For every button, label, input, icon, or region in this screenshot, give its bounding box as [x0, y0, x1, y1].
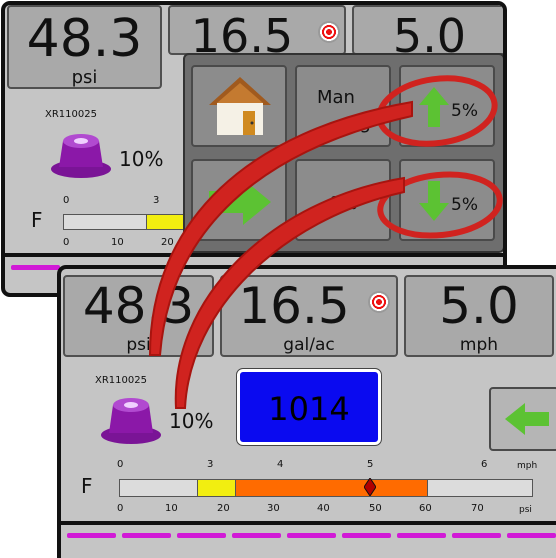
- bar-bottom-tick-40: 40: [317, 503, 330, 514]
- flow-marker-icon: [364, 478, 376, 496]
- nozzle-name: XR110025: [95, 375, 147, 386]
- pressure-value: 48.3: [82, 277, 195, 335]
- section-status-row: [67, 533, 556, 538]
- bar-bottom-tick-20: 20: [161, 237, 174, 248]
- flow-bar-gray-right: [427, 479, 533, 497]
- increase-rate-button[interactable]: 5%: [399, 65, 495, 147]
- nozzle-icon: [51, 134, 111, 178]
- bar-top-tick-4: 4: [277, 459, 284, 470]
- separator: [61, 521, 556, 525]
- bar-top-tick-3: 3: [207, 459, 214, 470]
- manual-mode-button[interactable]: Man Ag: [295, 65, 391, 147]
- bar-bottom-tick-60: 60: [419, 503, 432, 514]
- next-arrow-button[interactable]: [191, 159, 287, 241]
- bar-bottom-tick-30: 30: [267, 503, 280, 514]
- flow-bar-gray: [119, 479, 199, 497]
- bar-label: F: [81, 474, 93, 498]
- quick-menu: Man Ag 5% 0% 5%: [183, 53, 503, 253]
- rate-tile[interactable]: 16.5 gal/ac: [220, 275, 398, 357]
- pressure-unit: psi: [126, 335, 151, 355]
- application-display[interactable]: 1014: [236, 368, 382, 446]
- home-button[interactable]: [191, 65, 287, 147]
- flow-bar-yellow: [146, 214, 188, 230]
- bar-top-tick-0: 0: [117, 459, 124, 470]
- manual-label-2: Ag: [347, 113, 371, 134]
- target-rate-icon: [318, 21, 340, 43]
- decrease-rate-button[interactable]: 5%: [399, 159, 495, 241]
- back-button[interactable]: [489, 387, 556, 451]
- speed-unit: mph: [459, 335, 499, 355]
- pressure-unit: psi: [71, 67, 98, 88]
- arrow-down-icon: [419, 181, 449, 221]
- pressure-tile[interactable]: 48.3 psi: [63, 275, 214, 357]
- rate-percent-button[interactable]: 0%: [295, 159, 391, 241]
- pressure-value: 48.3: [26, 9, 143, 69]
- bar-top-tick-0: 0: [63, 195, 70, 206]
- separator: [5, 253, 503, 257]
- flow-bar-orange: [235, 479, 429, 497]
- bar-bottom-unit: psi: [519, 505, 532, 515]
- flow-bar-yellow: [197, 479, 237, 497]
- flow-bar-gray: [63, 214, 147, 230]
- target-rate-icon: [368, 291, 390, 313]
- bar-bottom-tick-10: 10: [165, 503, 178, 514]
- pressure-tile[interactable]: 48.3 psi: [7, 5, 162, 89]
- speed-value: 5.0: [439, 277, 519, 335]
- bar-top-unit: mph: [517, 461, 538, 471]
- bar-top-tick-6: 6: [481, 459, 488, 470]
- speed-tile[interactable]: 5.0: [352, 5, 503, 59]
- bar-label: F: [31, 208, 43, 232]
- bar-bottom-tick-50: 50: [369, 503, 382, 514]
- bar-bottom-tick-0: 0: [117, 503, 124, 514]
- arrow-left-icon: [505, 403, 549, 435]
- bar-bottom-tick-0: 0: [63, 237, 70, 248]
- front-screen: 48.3 psi 16.5 gal/ac 5.0 mph XR110025 10…: [57, 265, 556, 558]
- nozzle-icon: [101, 398, 161, 444]
- bar-bottom-tick-10: 10: [111, 237, 124, 248]
- arrow-right-icon: [209, 179, 271, 225]
- nozzle-percent: 10%: [119, 147, 164, 171]
- bar-bottom-tick-20: 20: [217, 503, 230, 514]
- speed-tile[interactable]: 5.0 mph: [404, 275, 554, 357]
- bar-bottom-tick-70: 70: [471, 503, 484, 514]
- nozzle-name: XR110025: [45, 109, 97, 120]
- back-screen: 48.3 psi 16.5 5.0 XR110025 10% F 0 3 0 1…: [1, 1, 507, 297]
- rate-unit: gal/ac: [283, 335, 335, 355]
- display-value: 1014: [268, 390, 350, 428]
- bar-top-tick-3: 3: [153, 195, 160, 206]
- rate-percent-label: 0%: [329, 193, 358, 214]
- decrease-percent: 5%: [451, 195, 478, 215]
- nozzle-percent: 10%: [169, 409, 214, 433]
- house-icon: [209, 77, 271, 135]
- rate-tile[interactable]: 16.5: [168, 5, 346, 59]
- increase-percent: 5%: [451, 101, 478, 121]
- arrow-up-icon: [419, 87, 449, 127]
- manual-label: Man: [317, 87, 355, 108]
- bar-top-tick-5: 5: [367, 459, 374, 470]
